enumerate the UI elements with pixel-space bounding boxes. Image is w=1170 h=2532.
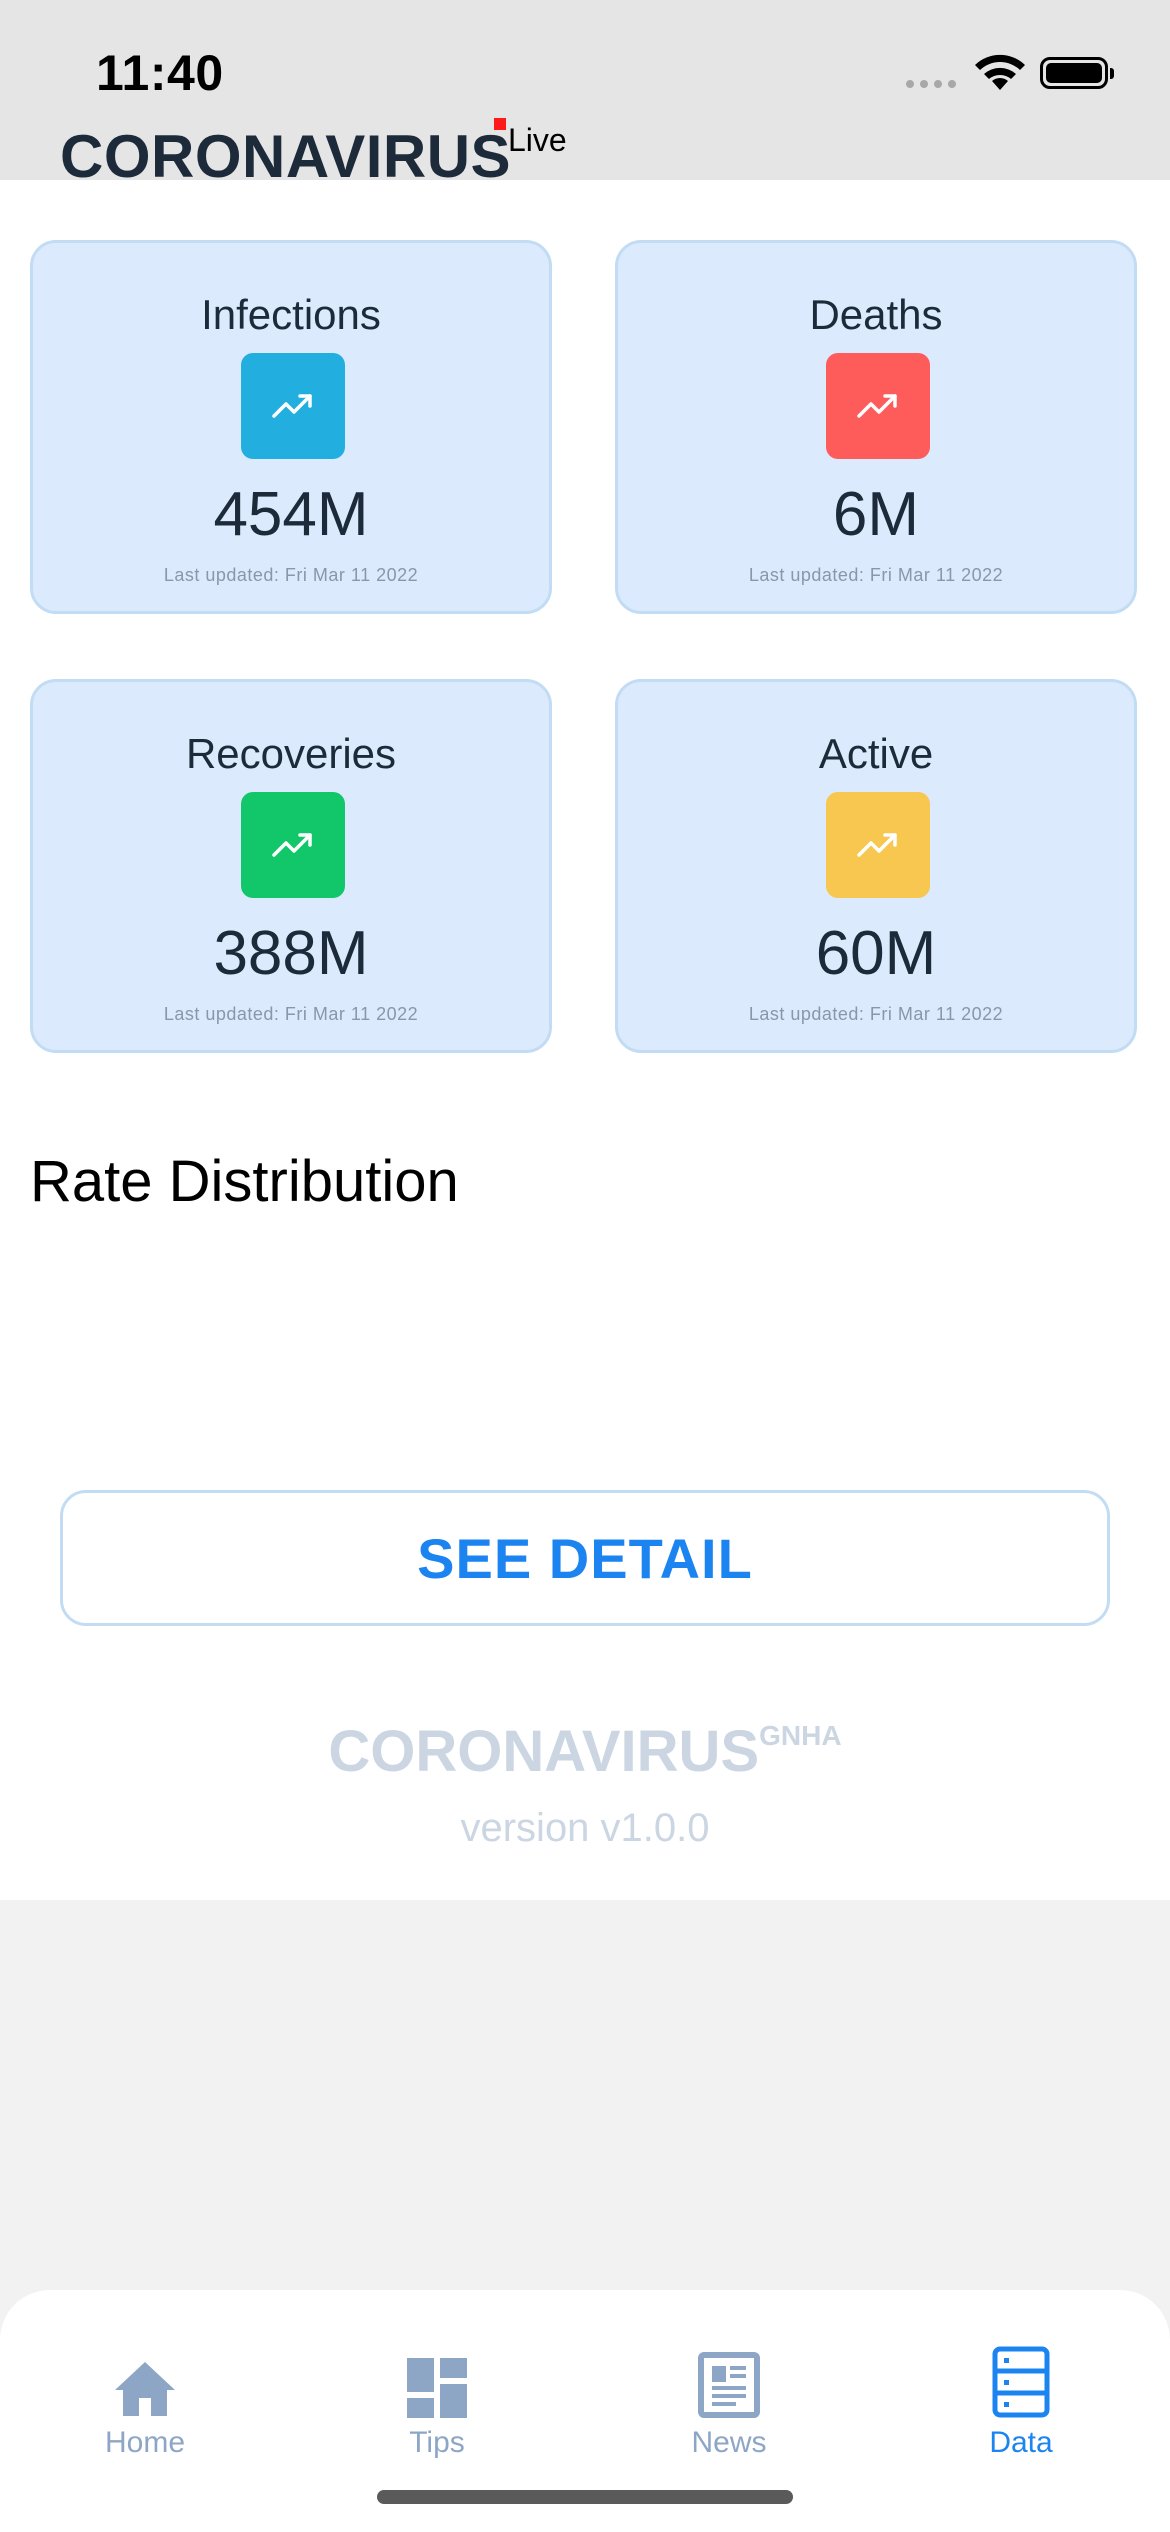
section-title: Rate Distribution xyxy=(30,1149,459,1214)
trending-up-icon xyxy=(241,792,345,898)
dashboard-icon xyxy=(337,2348,537,2418)
storage-icon xyxy=(921,2346,1121,2418)
home-icon xyxy=(45,2348,245,2418)
wifi-icon xyxy=(975,54,1025,90)
tab-data[interactable]: Data xyxy=(921,2346,1121,2460)
stat-card-value: 388M xyxy=(213,919,369,988)
tab-news[interactable]: News xyxy=(629,2348,829,2460)
tab-label: Tips xyxy=(409,2426,465,2459)
stat-card-updated: Last updated: Fri Mar 11 2022 xyxy=(748,565,1004,585)
tab-home[interactable]: Home xyxy=(45,2348,245,2460)
stat-card-label: Deaths xyxy=(809,291,943,338)
stat-card-value: 6M xyxy=(832,480,920,549)
stat-card-label: Recoveries xyxy=(185,730,397,777)
cellular-signal-icon xyxy=(906,80,956,88)
see-detail-button[interactable]: SEE DETAIL xyxy=(60,1490,1110,1626)
footer-brand: CORONAVIRUSGNHA xyxy=(0,1718,1170,1785)
stat-card-updated: Last updated: Fri Mar 11 2022 xyxy=(163,565,419,585)
newspaper-icon xyxy=(629,2348,829,2418)
stat-card-deaths[interactable]: Deaths 6M Last updated: Fri Mar 11 2022 xyxy=(615,240,1137,614)
header: 11:40 CORONAVIRUS Live xyxy=(0,0,1170,190)
stat-card-value: 60M xyxy=(815,919,937,988)
battery-icon xyxy=(1040,57,1114,89)
stat-card-label: Active xyxy=(818,730,934,777)
status-time: 11:40 xyxy=(96,45,224,101)
stat-card-active[interactable]: Active 60M Last updated: Fri Mar 11 2022 xyxy=(615,679,1137,1053)
tab-label: Home xyxy=(104,2426,186,2459)
home-indicator[interactable] xyxy=(377,2490,793,2504)
app-version: version v1.0.0 xyxy=(460,1806,710,1850)
stat-card-updated: Last updated: Fri Mar 11 2022 xyxy=(163,1004,419,1024)
live-label: Live xyxy=(508,122,567,158)
tab-label: Data xyxy=(989,2426,1053,2459)
stat-card-label: Infections xyxy=(201,291,381,338)
footer-brand-name: CORONAVIRUS xyxy=(328,1719,760,1784)
live-indicator-dot xyxy=(494,118,506,130)
tab-tips[interactable]: Tips xyxy=(337,2348,537,2460)
tab-label: News xyxy=(691,2426,767,2459)
stat-card-recoveries[interactable]: Recoveries 388M Last updated: Fri Mar 11… xyxy=(30,679,552,1053)
main-content: Infections 454M Last updated: Fri Mar 11… xyxy=(0,180,1170,1900)
footer-brand-sup: GNHA xyxy=(759,1719,842,1751)
stat-card-value: 454M xyxy=(213,480,369,549)
trending-up-icon xyxy=(826,353,930,459)
stat-card-infections[interactable]: Infections 454M Last updated: Fri Mar 11… xyxy=(30,240,552,614)
stat-card-updated: Last updated: Fri Mar 11 2022 xyxy=(748,1004,1004,1024)
trending-up-icon xyxy=(241,353,345,459)
trending-up-icon xyxy=(826,792,930,898)
